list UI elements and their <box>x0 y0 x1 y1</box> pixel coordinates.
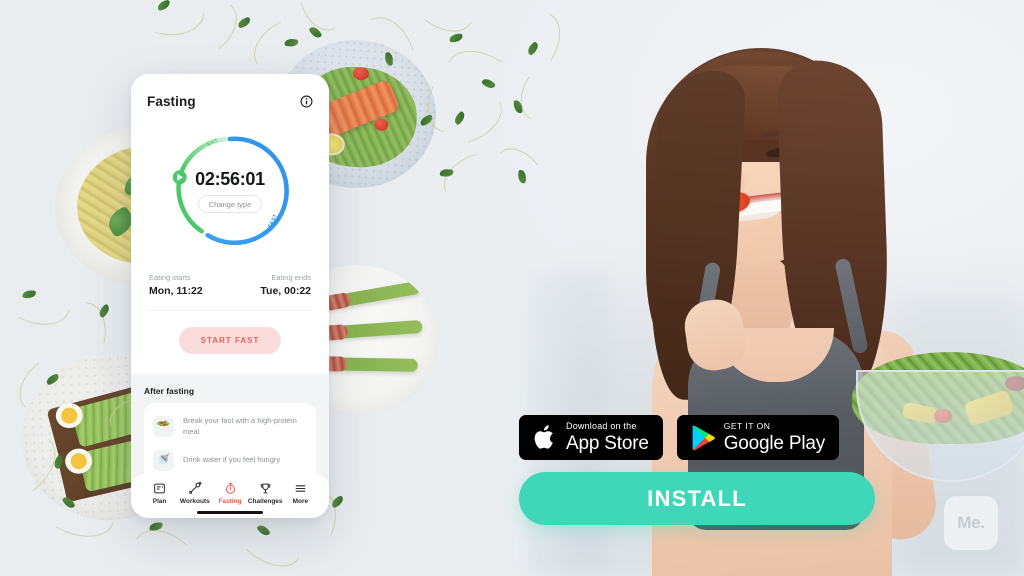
fasting-progress-ring: EAT FAST 02:56:01 Change type <box>158 119 302 263</box>
tab-plan[interactable]: Plan <box>142 481 177 505</box>
list-item[interactable]: 🥗 Break your fast with a high-protein me… <box>153 410 307 444</box>
google-play-icon <box>692 425 715 451</box>
tab-label: Challenges <box>247 498 283 505</box>
bottom-tab-bar: Plan Workouts Fasting Challenges More <box>131 474 329 518</box>
tab-label: Workouts <box>179 498 210 505</box>
app-store-badge[interactable]: Download on the App Store <box>519 415 663 460</box>
list-item-label: Drink water if you feel hungry <box>183 454 281 464</box>
salad-bowl-icon: 🥗 <box>153 416 174 438</box>
brand-watermark: Me. <box>944 496 998 550</box>
after-fasting-section: After fasting 🥗 Break your fast with a h… <box>131 374 329 518</box>
start-fast-button[interactable]: START FAST <box>178 327 282 354</box>
change-type-button[interactable]: Change type <box>197 195 263 213</box>
stopwatch-icon <box>224 481 237 495</box>
app-store-line1: Download on the <box>566 421 637 431</box>
page-title: Fasting <box>147 94 196 109</box>
fasting-card: Fasting EAT FAST 02:56:01 Change type Ea… <box>131 74 329 374</box>
phone-app-mockup: Fasting EAT FAST 02:56:01 Change type Ea… <box>131 74 329 518</box>
tab-label: Plan <box>152 498 167 505</box>
after-fasting-title: After fasting <box>144 386 195 396</box>
card-header: Fasting <box>147 94 313 109</box>
eating-window-times: Eating starts Mon, 11:22 Eating ends Tue… <box>147 269 313 297</box>
trophy-icon <box>259 481 272 495</box>
fasting-timer-value: 02:56:01 <box>195 169 265 189</box>
tab-challenges[interactable]: Challenges <box>248 481 283 505</box>
menu-icon <box>294 481 307 495</box>
eating-starts-label: Eating starts <box>149 273 191 282</box>
google-play-line2: Google Play <box>723 432 826 454</box>
google-play-badge[interactable]: GET IT ON Google Play <box>676 415 840 460</box>
after-fasting-list: 🥗 Break your fast with a high-protein me… <box>144 403 316 484</box>
eating-starts-value: Mon, 11:22 <box>149 285 203 297</box>
tab-label: Fasting <box>218 498 242 505</box>
google-play-line1: GET IT ON <box>723 421 771 432</box>
apple-logo-icon <box>534 425 553 449</box>
tab-workouts[interactable]: Workouts <box>177 481 212 505</box>
dumbbell-icon <box>188 481 202 495</box>
eating-ends-value: Tue, 00:22 <box>260 285 311 297</box>
plan-icon <box>153 481 166 495</box>
info-icon[interactable] <box>300 95 313 108</box>
eating-ends-label: Eating ends <box>271 273 311 282</box>
home-indicator <box>197 511 263 514</box>
list-item-label: Break your fast with a high-protein meal <box>183 416 297 436</box>
watermark-text: Me. <box>957 513 985 532</box>
tab-more[interactable]: More <box>283 481 318 505</box>
cta-area: Download on the App Store GET IT ON Goog… <box>519 415 875 525</box>
tab-fasting[interactable]: Fasting <box>212 481 247 505</box>
app-store-line2: App Store <box>566 433 649 454</box>
install-button[interactable]: INSTALL <box>519 472 875 525</box>
list-item[interactable]: 🚿 Drink water if you feel hungry <box>153 444 307 477</box>
tab-label: More <box>292 498 309 505</box>
faucet-water-icon: 🚿 <box>153 449 174 471</box>
